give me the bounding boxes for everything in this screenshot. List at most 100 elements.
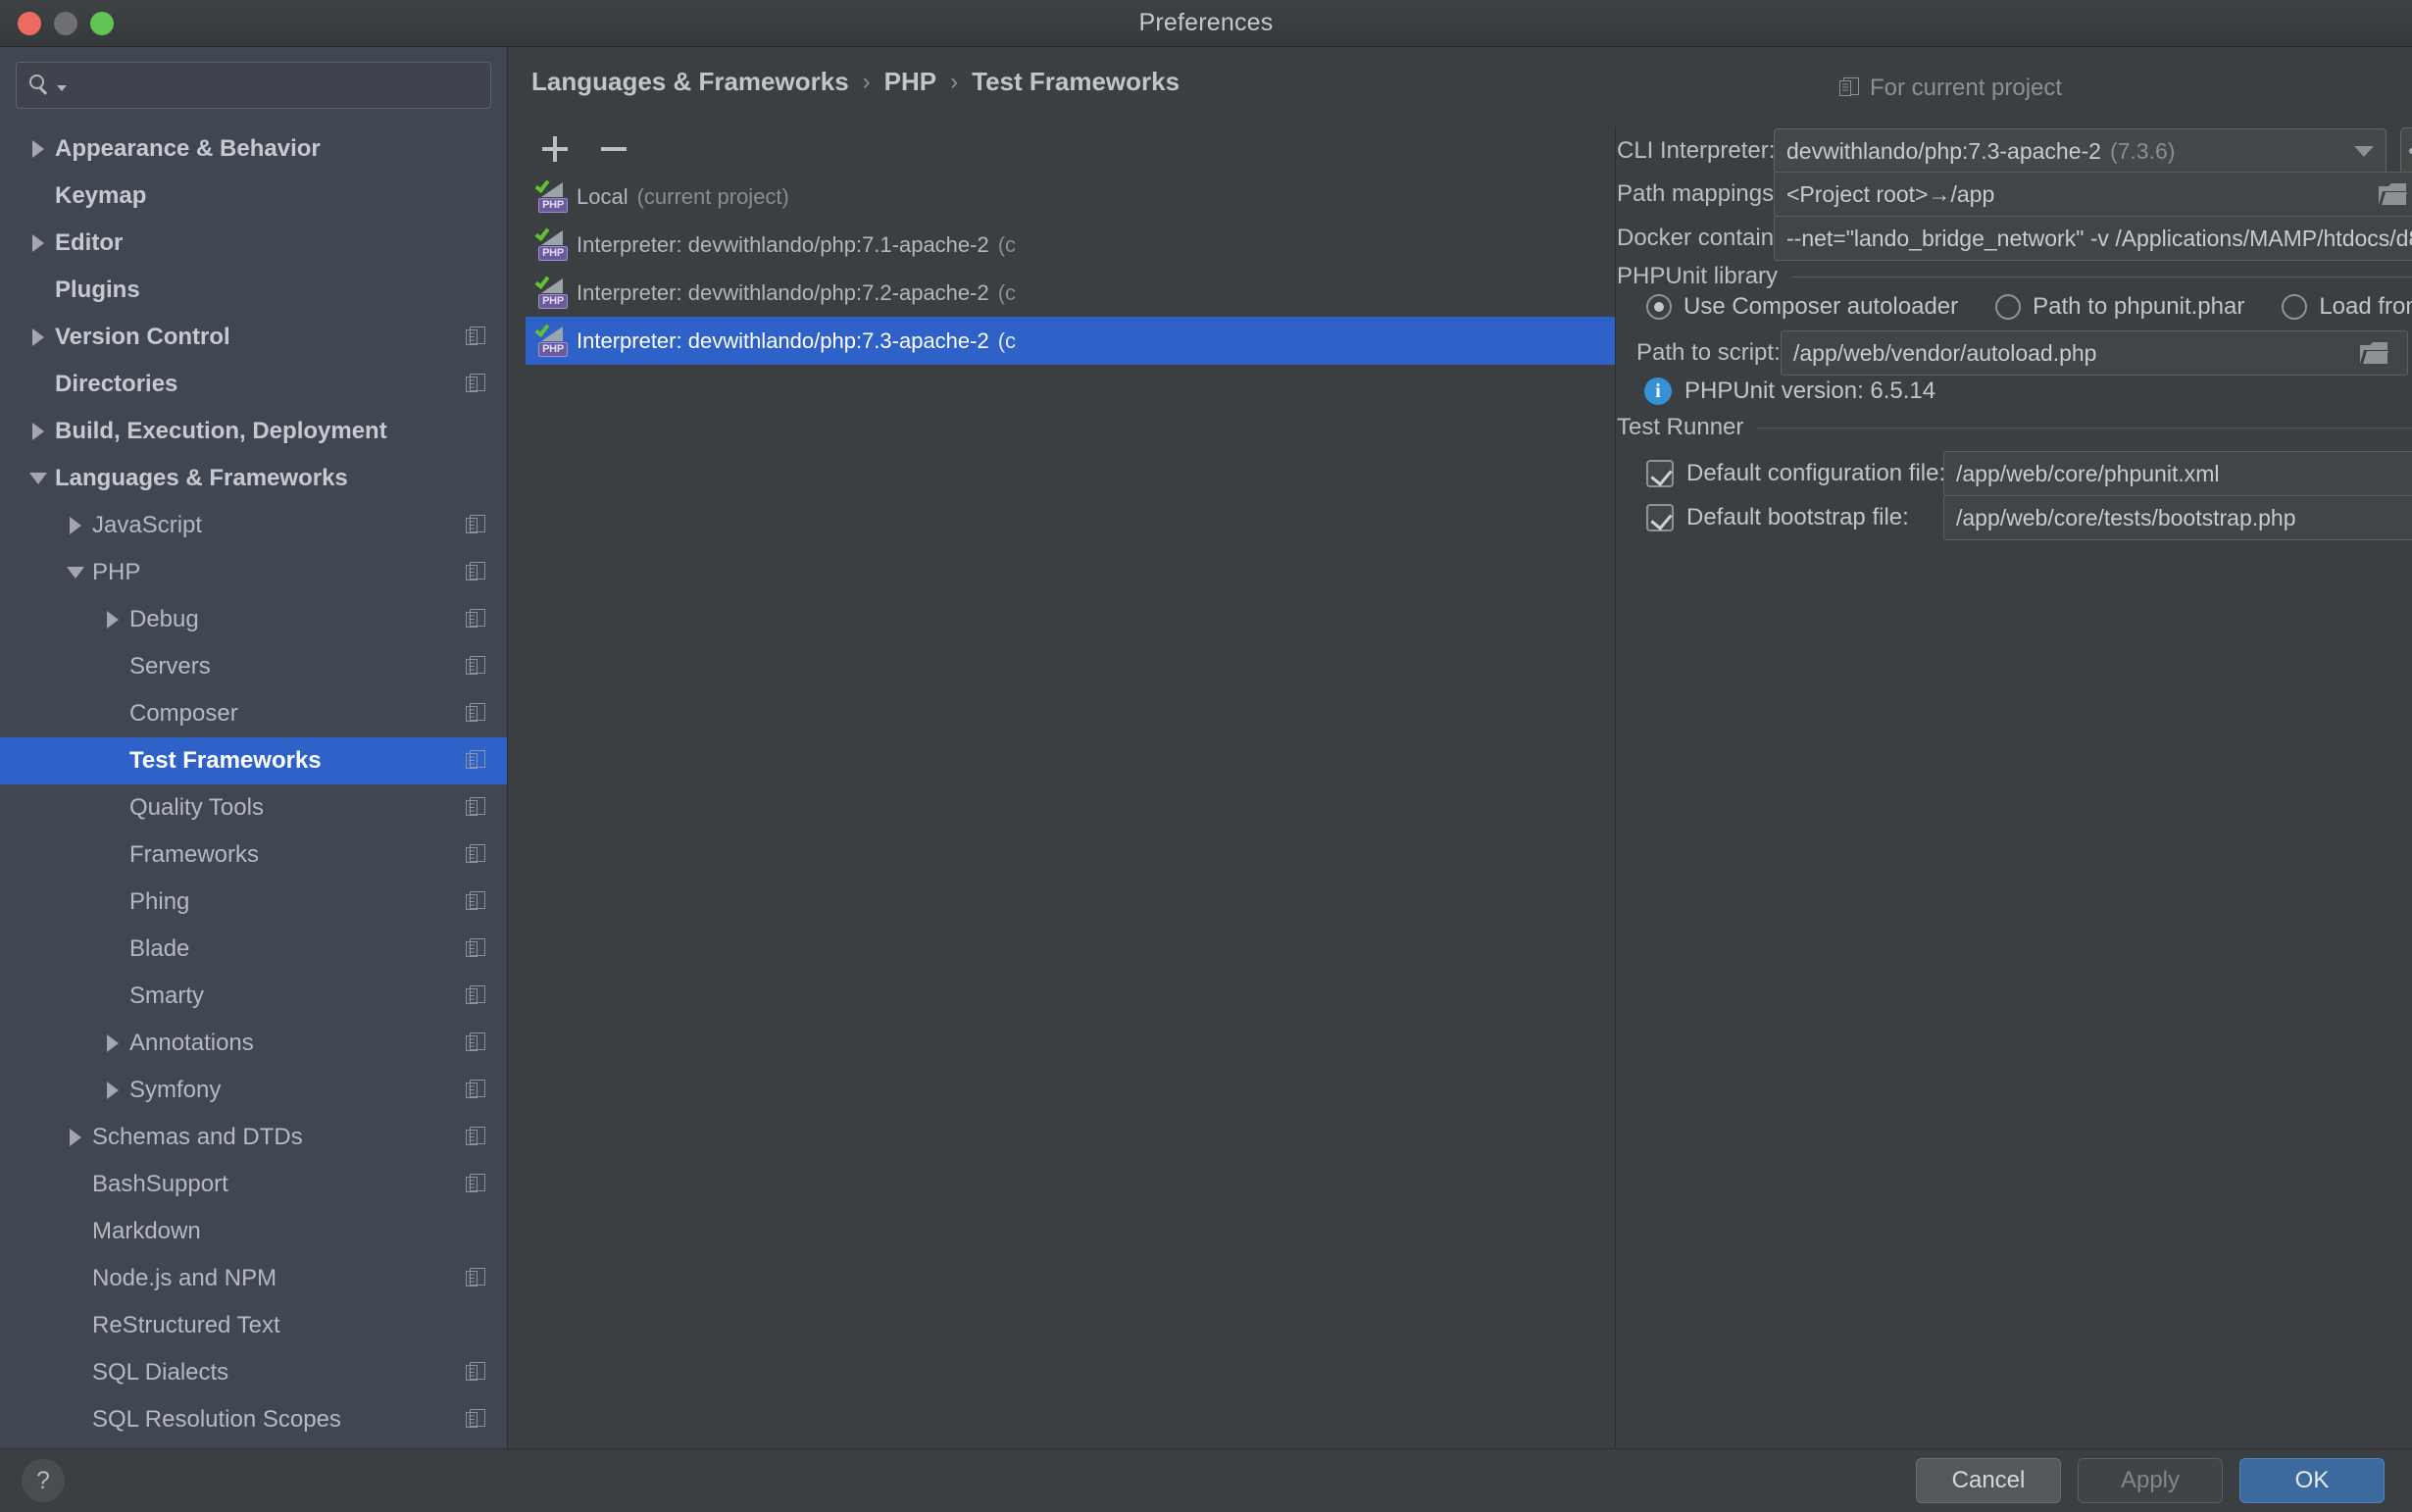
- breadcrumb-item-languages-frameworks[interactable]: Languages & Frameworks: [531, 67, 849, 97]
- radio-use-composer-autoloader[interactable]: [1646, 294, 1672, 320]
- default-configuration-file-label[interactable]: Default configuration file:: [1686, 460, 1935, 487]
- interpreter-list-item[interactable]: PHPLocal(current project): [526, 173, 1615, 221]
- interpreter-list[interactable]: PHPLocal(current project)PHPInterpreter:…: [526, 173, 1615, 1448]
- chevron-right-icon[interactable]: [22, 423, 55, 440]
- search-input[interactable]: [75, 74, 478, 97]
- copy-settings-icon[interactable]: [466, 797, 485, 819]
- ok-button[interactable]: OK: [2239, 1458, 2385, 1503]
- sidebar-item-label: Appearance & Behavior: [55, 135, 321, 163]
- search-box[interactable]: [16, 62, 491, 109]
- apply-button[interactable]: Apply: [2078, 1458, 2223, 1503]
- copy-settings-icon[interactable]: [466, 515, 485, 536]
- copy-settings-icon[interactable]: [466, 374, 485, 395]
- copy-settings-icon[interactable]: [466, 750, 485, 772]
- interpreter-suffix: (c: [998, 328, 1016, 354]
- sidebar-item-editor[interactable]: Editor: [0, 220, 507, 267]
- default-bootstrap-file-field[interactable]: /app/web/core/tests/bootstrap.php: [1943, 495, 2412, 540]
- sidebar-item-node-js-and-npm[interactable]: Node.js and NPM: [0, 1255, 507, 1302]
- copy-settings-icon[interactable]: [466, 703, 485, 725]
- copy-settings-icon[interactable]: [466, 1080, 485, 1101]
- sidebar-item-markdown[interactable]: Markdown: [0, 1208, 507, 1255]
- checkbox-default-configuration-file[interactable]: [1646, 460, 1674, 487]
- chevron-right-icon[interactable]: [59, 1129, 92, 1146]
- settings-tree[interactable]: Appearance & Behavior KeymapEditorPlugins…: [0, 126, 507, 1448]
- copy-settings-icon[interactable]: [466, 327, 485, 348]
- copy-settings-icon[interactable]: [466, 1409, 485, 1431]
- sidebar-item-plugins[interactable]: Plugins: [0, 267, 507, 314]
- folder-icon[interactable]: [2352, 331, 2395, 375]
- copy-settings-icon[interactable]: [466, 844, 485, 866]
- sidebar-item-composer[interactable]: Composer: [0, 690, 507, 737]
- sidebar-item-label: Directories: [55, 371, 177, 398]
- sidebar-item-keymap[interactable]: Keymap: [0, 173, 507, 220]
- chevron-right-icon[interactable]: [22, 328, 55, 346]
- sidebar-item-languages-frameworks[interactable]: Languages & Frameworks: [0, 455, 507, 502]
- sidebar-item-php[interactable]: PHP: [0, 549, 507, 596]
- chevron-down-icon[interactable]: [22, 473, 55, 484]
- copy-settings-icon[interactable]: [466, 985, 485, 1007]
- sidebar-item-directories[interactable]: Directories: [0, 361, 507, 408]
- copy-settings-icon[interactable]: [466, 609, 485, 630]
- chevron-right-icon[interactable]: [59, 517, 92, 534]
- chevron-right-icon[interactable]: [96, 1034, 129, 1052]
- copy-settings-icon[interactable]: [466, 1033, 485, 1054]
- sidebar-item-sql-resolution-scopes[interactable]: SQL Resolution Scopes: [0, 1396, 507, 1443]
- copy-settings-icon[interactable]: [466, 938, 485, 960]
- sidebar-item-debug[interactable]: Debug: [0, 596, 507, 643]
- radio-load-from-include-path[interactable]: [2282, 294, 2307, 320]
- folder-icon[interactable]: [2371, 173, 2412, 216]
- sidebar-item-bashsupport[interactable]: BashSupport: [0, 1161, 507, 1208]
- sidebar-item-phing[interactable]: Phing: [0, 879, 507, 926]
- sidebar-item-frameworks[interactable]: Frameworks: [0, 832, 507, 879]
- interpreter-list-item[interactable]: PHPInterpreter: devwithlando/php:7.3-apa…: [526, 317, 1615, 365]
- copy-settings-icon[interactable]: [466, 562, 485, 583]
- radio-label-load-from-include-path[interactable]: Load from include path (PEAR): [2319, 293, 2412, 321]
- chevron-right-icon[interactable]: [96, 611, 129, 629]
- radio-label-use-composer-autoloader[interactable]: Use Composer autoloader: [1683, 293, 1958, 321]
- sidebar-item-smarty[interactable]: Smarty: [0, 973, 507, 1020]
- copy-settings-icon[interactable]: [466, 891, 485, 913]
- sidebar-item-quality-tools[interactable]: Quality Tools: [0, 784, 507, 832]
- interpreter-list-item[interactable]: PHPInterpreter: devwithlando/php:7.2-apa…: [526, 269, 1615, 317]
- radio-label-path-to-phpunit-phar[interactable]: Path to phpunit.phar: [2033, 293, 2244, 321]
- sidebar-item-schemas-and-dtds[interactable]: Schemas and DTDs: [0, 1114, 507, 1161]
- cancel-button[interactable]: Cancel: [1916, 1458, 2061, 1503]
- sidebar-item-annotations[interactable]: Annotations: [0, 1020, 507, 1067]
- cli-interpreter-select[interactable]: devwithlando/php:7.3-apache-2 (7.3.6): [1774, 128, 2387, 174]
- remove-interpreter-button[interactable]: [594, 131, 633, 167]
- sidebar-item-symfony[interactable]: Symfony: [0, 1067, 507, 1114]
- sidebar-item-javascript[interactable]: JavaScript: [0, 502, 507, 549]
- radio-path-to-phpunit-phar[interactable]: [1995, 294, 2021, 320]
- default-configuration-file-field[interactable]: /app/web/core/phpunit.xml: [1943, 451, 2412, 496]
- help-button[interactable]: ?: [22, 1459, 65, 1502]
- docker-container-field[interactable]: --net="lando_bridge_network" -v /Applica…: [1774, 216, 2412, 261]
- interpreter-list-item[interactable]: PHPInterpreter: devwithlando/php:7.1-apa…: [526, 221, 1615, 269]
- chevron-right-icon[interactable]: [22, 234, 55, 252]
- sidebar-item-appearance-behavior[interactable]: Appearance & Behavior: [0, 126, 507, 173]
- sidebar-item-restructured-text[interactable]: ReStructured Text: [0, 1302, 507, 1349]
- sidebar-item-label: ReStructured Text: [92, 1312, 280, 1339]
- copy-settings-icon[interactable]: [466, 1362, 485, 1384]
- chevron-down-icon[interactable]: [2354, 146, 2374, 157]
- add-interpreter-button[interactable]: [535, 131, 575, 167]
- chevron-right-icon[interactable]: [96, 1082, 129, 1099]
- breadcrumb-item-php[interactable]: PHP: [884, 67, 936, 97]
- path-to-script-field[interactable]: /app/web/vendor/autoload.php: [1781, 330, 2408, 376]
- sidebar-item-servers[interactable]: Servers: [0, 643, 507, 690]
- chevron-right-icon[interactable]: [22, 140, 55, 158]
- path-mappings-field[interactable]: <Project root>→/app: [1774, 172, 2412, 217]
- checkbox-default-bootstrap-file[interactable]: [1646, 504, 1674, 531]
- chevron-down-icon[interactable]: [59, 567, 92, 579]
- cli-interpreter-more-button[interactable]: [2400, 127, 2412, 175]
- sidebar-item-test-frameworks[interactable]: Test Frameworks: [0, 737, 507, 784]
- chevron-down-icon[interactable]: [57, 85, 67, 91]
- copy-settings-icon[interactable]: [466, 1268, 485, 1289]
- sidebar-item-build-execution-deployment[interactable]: Build, Execution, Deployment: [0, 408, 507, 455]
- sidebar-item-blade[interactable]: Blade: [0, 926, 507, 973]
- sidebar-item-sql-dialects[interactable]: SQL Dialects: [0, 1349, 507, 1396]
- copy-settings-icon[interactable]: [466, 1174, 485, 1195]
- copy-settings-icon[interactable]: [466, 1127, 485, 1148]
- copy-settings-icon[interactable]: [466, 656, 485, 678]
- sidebar-item-version-control[interactable]: Version Control: [0, 314, 507, 361]
- default-bootstrap-file-label[interactable]: Default bootstrap file:: [1686, 504, 1935, 531]
